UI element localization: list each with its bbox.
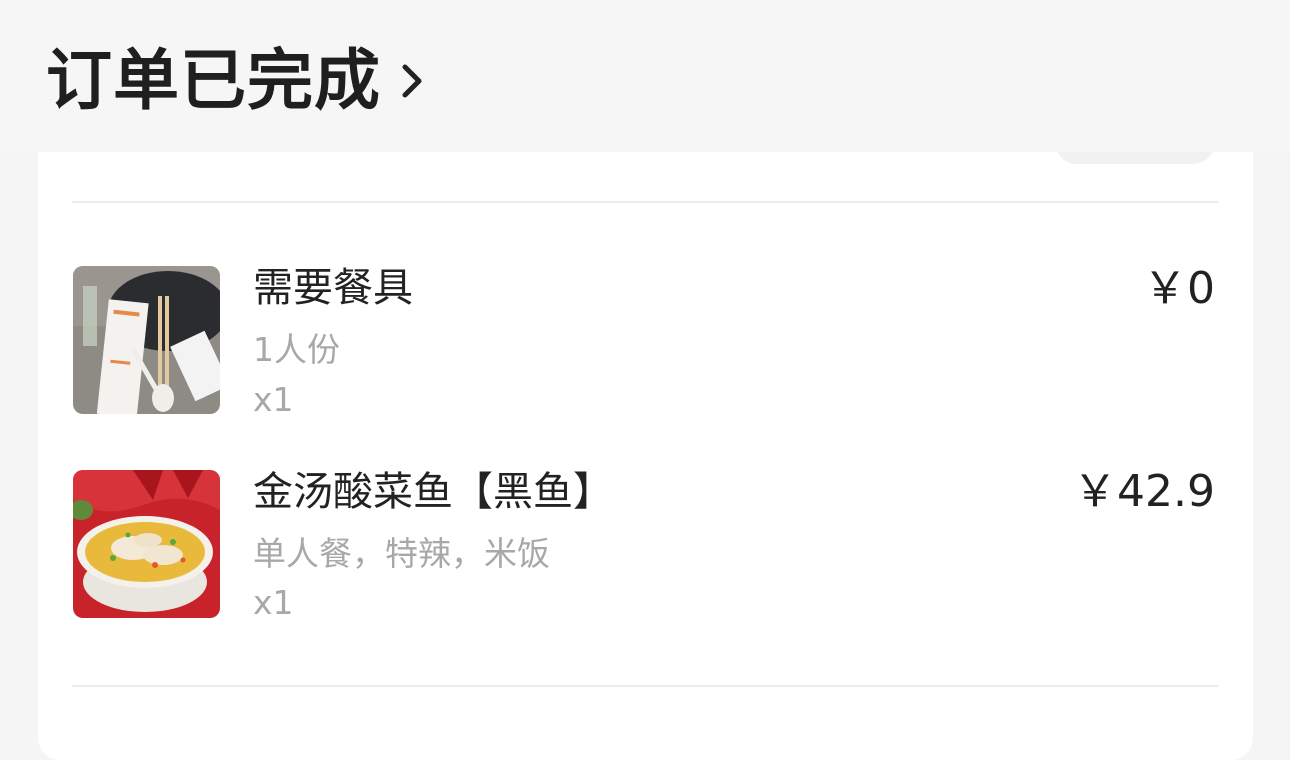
item-price: ￥0 <box>1143 263 1215 314</box>
item-quantity: x1 <box>253 583 294 622</box>
order-status-header: 订单已完成 <box>0 0 1290 152</box>
order-status-title: 订单已完成 <box>46 42 381 119</box>
item-quantity: x1 <box>253 380 294 419</box>
chevron-right-icon <box>402 64 422 98</box>
item-spec: 1人份 <box>253 330 340 369</box>
item-spec: 单人餐，特辣，米饭 <box>253 534 550 573</box>
item-thumbnail-tableware[interactable] <box>73 266 220 414</box>
order-items-card <box>38 110 1253 760</box>
item-price: ￥42.9 <box>1073 466 1215 517</box>
tableware-photo-icon <box>73 266 220 414</box>
item-thumbnail-fish[interactable] <box>73 470 220 618</box>
divider <box>72 685 1218 687</box>
item-name: 需要餐具 <box>253 265 413 311</box>
pickled-fish-photo-icon <box>73 470 220 618</box>
item-name: 金汤酸菜鱼【黑鱼】 <box>253 469 613 515</box>
order-status-link[interactable]: 订单已完成 <box>46 40 431 122</box>
divider <box>72 201 1218 203</box>
